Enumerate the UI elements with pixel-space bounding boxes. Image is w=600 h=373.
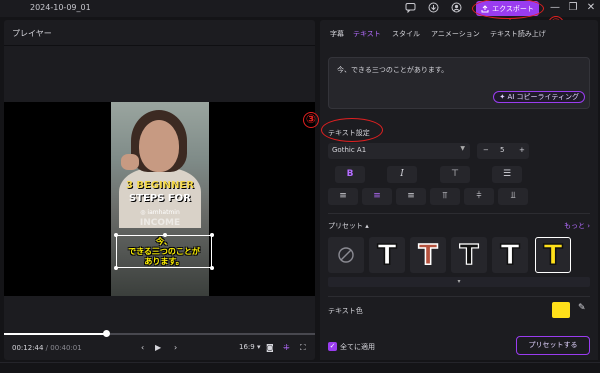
current-time: 00:12:44 [12, 344, 44, 352]
grid-icon[interactable]: ⁜ [283, 343, 290, 352]
preset-label-text: プリセット [328, 222, 363, 230]
preset-brown[interactable]: T [410, 237, 446, 273]
player-header: プレイヤー [4, 20, 315, 46]
decrease-icon[interactable]: − [483, 146, 489, 154]
video-title-line1: 3 BEGINNER [125, 180, 195, 191]
rotate-handle[interactable] [163, 233, 167, 237]
timeline-toolbar [0, 362, 600, 373]
text-settings-highlight-circle [321, 118, 383, 142]
timecode: 00:12:44 / 00:40:01 [12, 344, 82, 352]
tab-text[interactable]: テキスト [353, 29, 381, 39]
video-person-hand [121, 154, 139, 170]
subtitle-line-1: 今、 [156, 237, 172, 246]
ai-copywriting-button[interactable]: ✦ AI コピーライティング [493, 91, 585, 103]
align-center-icon[interactable]: ≡ [362, 188, 392, 205]
text-color-swatch[interactable] [552, 302, 570, 318]
resize-handle[interactable] [210, 266, 214, 270]
player-panel: プレイヤー 3 BEGINNER STEPS FOR ◎ iamhatmin I… [4, 20, 315, 360]
download-icon[interactable] [427, 2, 439, 14]
expand-presets-bar[interactable]: ▾ [328, 277, 590, 287]
font-size-stepper[interactable]: − 5 + [477, 143, 529, 159]
apply-bar: ✓ 全てに適用 プリセットする [320, 333, 598, 360]
aspect-ratio-select[interactable]: 16:9 ▾ [239, 343, 260, 351]
video-handle-text: iamhatmin [147, 209, 180, 216]
tab-text-to-speech[interactable]: テキスト読み上げ [490, 29, 546, 39]
property-tabs: 字幕 テキスト スタイル アニメーション テキスト読み上げ [320, 20, 598, 47]
none-icon [338, 247, 354, 263]
preset-glyph: T [543, 238, 564, 271]
video-handle: ◎ iamhatmin [140, 209, 180, 216]
align-left-icon[interactable]: ≡ [328, 188, 358, 205]
progress-bar[interactable] [4, 330, 315, 337]
preset-glyph: T [500, 238, 521, 271]
tab-subtitles[interactable]: 字幕 [330, 29, 344, 39]
ai-copywriting-label: AI コピーライティング [507, 93, 579, 101]
preset-glyph: T [377, 238, 398, 271]
divider [328, 213, 590, 214]
preset-glyph: T [459, 238, 479, 271]
apply-all-label: 全てに適用 [340, 343, 375, 351]
font-select[interactable]: Gothic A1 ▼ [328, 143, 470, 159]
subtitle-line-2: できる三つのことが [128, 247, 200, 256]
text-input-value: 今、できる三つのことがあります。 [337, 66, 449, 74]
more-presets-link[interactable]: もっと › [564, 221, 590, 231]
minimize-icon[interactable]: — [548, 1, 562, 15]
font-size-value: 5 [500, 146, 505, 154]
text-input[interactable]: 今、できる三つのことがあります。 ✦ AI コピーライティング [328, 57, 590, 109]
eyedropper-icon[interactable]: ✎ [578, 303, 586, 313]
more-label: もっと [563, 222, 585, 230]
restore-icon[interactable]: ❐ [566, 1, 580, 15]
player-canvas[interactable]: 3 BEGINNER STEPS FOR ◎ iamhatmin INCOME … [4, 102, 315, 296]
preset-glyph: T [418, 238, 439, 271]
preset-black[interactable]: T [451, 237, 487, 273]
resize-handle[interactable] [114, 266, 118, 270]
video-title-line3: INCOME [139, 218, 181, 228]
bold-button[interactable]: B [335, 166, 365, 183]
play-icon[interactable]: ▶ [155, 343, 161, 352]
aspect-ratio-label: 16:9 [239, 343, 255, 351]
video-person-face [139, 120, 179, 172]
subtitle-selection-box[interactable]: 今、 できる三つのことが あります。 [114, 233, 214, 270]
preset-label: プリセット ▴ [328, 222, 369, 230]
video-title-line2: STEPS FOR [129, 193, 191, 204]
line-spacing-button[interactable]: ☰ [492, 166, 522, 183]
resize-handle[interactable] [114, 233, 118, 237]
tab-animation[interactable]: アニメーション [431, 29, 480, 39]
ai-icon: ✦ [499, 93, 506, 101]
letter-spacing-button[interactable]: ⊤ [440, 166, 470, 183]
message-icon[interactable] [404, 2, 416, 14]
subtitle-line-3: あります。 [144, 257, 184, 266]
italic-button[interactable]: I [387, 166, 417, 183]
preset-white-outline[interactable]: T [369, 237, 405, 273]
preset-none[interactable] [328, 237, 364, 273]
annotation-marker-3: ③ [303, 112, 319, 128]
valign-bottom-icon[interactable]: ⫫ [498, 188, 528, 205]
text-color-label: テキスト色 [328, 307, 363, 315]
divider [328, 296, 590, 297]
preset-white[interactable]: T [492, 237, 528, 273]
increase-icon[interactable]: + [519, 146, 525, 154]
chevron-down-icon: ▼ [460, 145, 465, 152]
fullscreen-icon[interactable]: ⛶ [300, 343, 306, 353]
apply-all-checkbox[interactable]: ✓ [328, 342, 337, 351]
text-properties-panel: 字幕 テキスト スタイル アニメーション テキスト読み上げ 今、できる三つのこと… [320, 20, 598, 360]
progress-fill [4, 333, 107, 335]
snapshot-icon[interactable]: ◙ [266, 343, 274, 352]
next-frame-icon[interactable]: › [174, 343, 177, 352]
valign-top-icon[interactable]: ⫪ [430, 188, 460, 205]
project-title: 2024-10-09_01 [30, 3, 91, 12]
close-icon[interactable]: ✕ [584, 1, 598, 15]
resize-handle[interactable] [210, 233, 214, 237]
preset-yellow[interactable]: T [535, 237, 571, 273]
prev-frame-icon[interactable]: ‹ [141, 343, 144, 352]
save-preset-button[interactable]: プリセットする [516, 336, 590, 355]
tab-style[interactable]: スタイル [392, 29, 420, 39]
progress-knob[interactable] [103, 330, 111, 337]
align-right-icon[interactable]: ≡ [396, 188, 426, 205]
account-icon[interactable] [450, 2, 462, 14]
font-select-value: Gothic A1 [332, 146, 367, 154]
total-time: 00:40:01 [50, 344, 82, 352]
valign-middle-icon[interactable]: ⫩ [464, 188, 494, 205]
